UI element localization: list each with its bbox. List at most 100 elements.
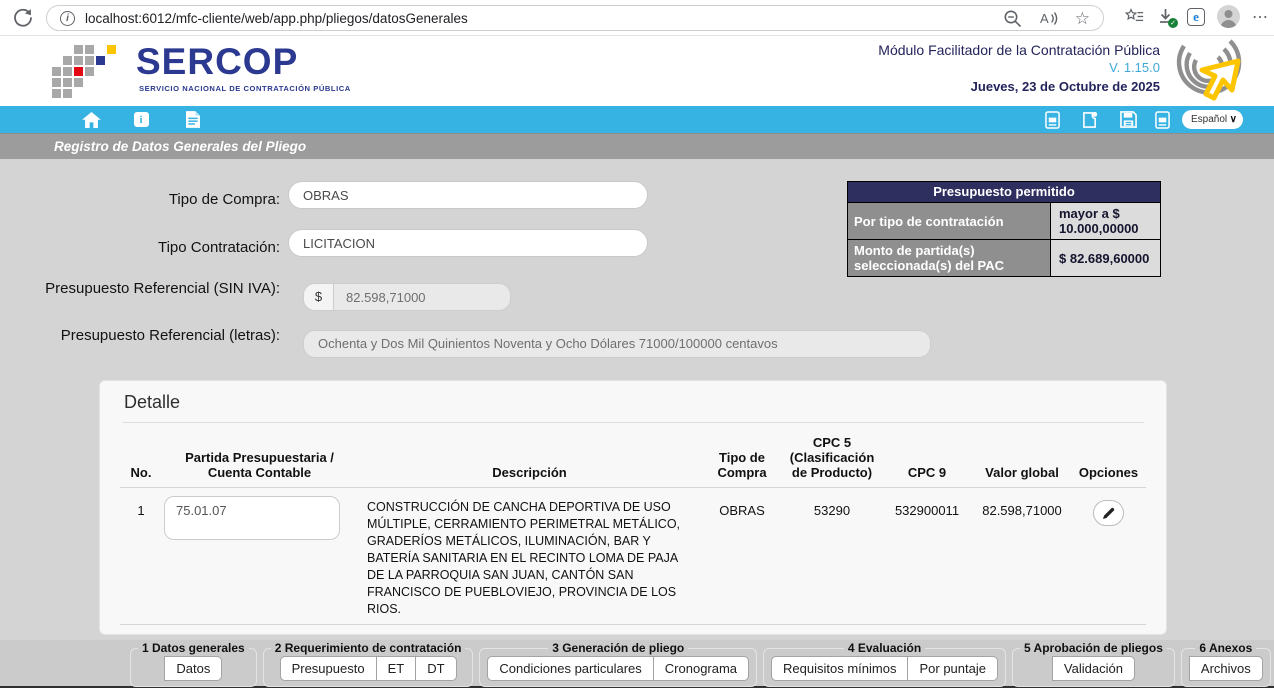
wizard-button-et[interactable]: ET: [376, 656, 417, 681]
group-legend: 2 Requerimiento de contratación: [271, 641, 466, 655]
favorite-star-icon[interactable]: ☆: [1075, 9, 1090, 28]
browser-actions: ✓ e ⋯: [1125, 5, 1269, 28]
tipo-compra-input[interactable]: [288, 181, 648, 209]
more-menu-icon[interactable]: ⋯: [1252, 7, 1269, 27]
mfc-arcs-logo: [1168, 38, 1246, 109]
download-pdf-icon[interactable]: [1152, 110, 1172, 129]
wizard-button-validacion[interactable]: Validación: [1052, 656, 1135, 681]
page-title-bar: Registro de Datos Generales del Pliego: [0, 133, 1274, 159]
refresh-icon[interactable]: [12, 7, 34, 29]
presupuesto-permitido-table: Presupuesto permitido Por tipo de contra…: [847, 181, 1161, 277]
presupuesto-sin-iva-value: 82.598,71000: [334, 290, 426, 305]
svg-text:A: A: [1040, 11, 1049, 26]
detalle-title: Detalle: [100, 381, 1166, 422]
zoom-out-icon[interactable]: [1003, 9, 1022, 28]
row-label: Por tipo de contratación: [848, 203, 1051, 239]
wizard-button-condiciones-particulares[interactable]: Condiciones particulares: [487, 656, 653, 681]
group-legend: 1 Datos generales: [138, 641, 249, 655]
url-text[interactable]: localhost:6012/mfc-cliente/web/app.php/p…: [85, 11, 468, 26]
presupuesto-permitido-title: Presupuesto permitido: [848, 182, 1160, 202]
profile-avatar[interactable]: [1217, 5, 1240, 28]
row-value: $ 82.689,60000: [1051, 240, 1160, 276]
language-select[interactable]: Español ∨: [1182, 110, 1243, 129]
header-meta: Módulo Facilitador de la Contratación Pú…: [878, 42, 1160, 94]
detalle-table-footer: Presupuesto Referencial 82.598,71000: [120, 625, 1146, 634]
group-legend: 5 Aprobación de pliegos: [1020, 641, 1167, 655]
col-no: No.: [120, 465, 162, 480]
col-opciones: Opciones: [1072, 465, 1145, 480]
document-icon[interactable]: [183, 110, 203, 129]
row-label: Monto de partida(s) seleccionada(s) del …: [848, 240, 1051, 276]
wizard-button-datos[interactable]: Datos: [164, 656, 222, 681]
col-tipo-compra: Tipo de Compra: [702, 450, 782, 480]
group-legend: 6 Anexos: [1195, 641, 1256, 655]
save-icon[interactable]: [1118, 110, 1138, 129]
edit-row-button[interactable]: [1093, 500, 1124, 526]
col-partida: Partida Presupuestaria / Cuenta Contable: [162, 450, 357, 480]
new-document-icon[interactable]: [1080, 110, 1100, 129]
url-bar-actions: A ☆: [1003, 9, 1103, 28]
current-date: Jueves, 23 de Octubre de 2025: [878, 79, 1160, 94]
chevron-down-icon: ∨: [1230, 114, 1237, 125]
page-title: Registro de Datos Generales del Pliego: [54, 139, 306, 154]
downloads-icon[interactable]: ✓: [1156, 7, 1175, 26]
brand-subtitle: SERVICIO NACIONAL DE CONTRATACIÓN PÚBLIC…: [139, 84, 351, 93]
group-legend: 4 Evaluación: [844, 641, 925, 655]
brand-name: SERCOP: [136, 41, 298, 83]
wizard-button-requisitos-minimos[interactable]: Requisitos mínimos: [771, 656, 908, 681]
col-cpc5: CPC 5 (Clasificación de Producto): [782, 435, 882, 480]
info-icon[interactable]: i: [131, 110, 151, 129]
presupuesto-letras-value: Ochenta y Dos Mil Quinientos Noventa y O…: [303, 330, 931, 358]
tipo-contratacion-input[interactable]: [288, 229, 648, 257]
tipo-contratacion-label: Tipo Contratación:: [40, 234, 280, 262]
wizard-group-requerimiento: 2 Requerimiento de contratación Presupue…: [263, 641, 474, 687]
sercop-logo-mosaic: [52, 45, 124, 103]
app-version: V. 1.15.0: [878, 60, 1160, 75]
group-legend: 3 Generación de pliego: [548, 641, 688, 655]
favorites-bar-icon[interactable]: [1125, 7, 1144, 26]
app-root: { "colors": { "accent_blue": "#36b3e3", …: [0, 0, 1274, 692]
content-area: Tipo de Compra: Tipo Contratación: Presu…: [0, 159, 1274, 688]
wizard-button-cronograma[interactable]: Cronograma: [653, 656, 749, 681]
detalle-table-row: 1 75.01.07 CONSTRUCCIÓN DE CANCHA DEPORT…: [120, 488, 1146, 625]
table-row: Monto de partida(s) seleccionada(s) del …: [848, 239, 1160, 276]
url-bar[interactable]: i localhost:6012/mfc-cliente/web/app.php…: [46, 5, 1104, 31]
tipo-compra-cell: OBRAS: [702, 496, 782, 618]
wizard-button-archivos[interactable]: Archivos: [1189, 656, 1263, 681]
wizard-nav: 1 Datos generales Datos 2 Requerimiento …: [0, 640, 1274, 688]
wizard-group-generacion-pliego: 3 Generación de pliego Condiciones parti…: [479, 641, 757, 687]
opciones-cell: [1072, 496, 1145, 618]
table-row: Por tipo de contratación mayor a $ 10.00…: [848, 202, 1160, 239]
col-descripcion: Descripción: [357, 465, 702, 480]
export-pdf-icon[interactable]: [1042, 110, 1062, 129]
partida-cell: 75.01.07: [162, 496, 357, 618]
tipo-compra-label: Tipo de Compra:: [40, 186, 280, 214]
valor-global-cell: 82.598,71000: [972, 496, 1072, 618]
home-icon[interactable]: [81, 110, 101, 129]
module-title: Módulo Facilitador de la Contratación Pú…: [878, 42, 1160, 58]
wizard-group-evaluacion: 4 Evaluación Requisitos mínimos Por punt…: [763, 641, 1006, 687]
wizard-group-datos-generales: 1 Datos generales Datos: [130, 641, 257, 687]
download-complete-badge: ✓: [1168, 18, 1178, 28]
cpc9-cell: 532900011: [882, 496, 972, 618]
wizard-button-dt[interactable]: DT: [415, 656, 456, 681]
presupuesto-letras-label: Presupuesto Referencial (letras):: [40, 327, 280, 345]
language-value: Español: [1191, 114, 1227, 125]
browser-bar: i localhost:6012/mfc-cliente/web/app.php…: [0, 0, 1274, 36]
wizard-button-por-puntaje[interactable]: Por puntaje: [907, 656, 998, 681]
main-toolbar: i Español ∨: [0, 106, 1274, 133]
presupuesto-sin-iva-label: Presupuesto Referencial (SIN IVA):: [40, 280, 280, 298]
detalle-table-header: No. Partida Presupuestaria / Cuenta Cont…: [120, 423, 1146, 488]
wizard-group-anexos: 6 Anexos Archivos: [1181, 641, 1271, 687]
partida-input[interactable]: 75.01.07: [164, 496, 340, 540]
ie-mode-icon[interactable]: e: [1187, 8, 1205, 26]
wizard-group-aprobacion: 5 Aprobación de pliegos Validación: [1012, 641, 1175, 687]
site-info-icon[interactable]: i: [60, 11, 75, 26]
col-valor-global: Valor global: [972, 465, 1072, 480]
row-value: mayor a $ 10.000,00000: [1051, 203, 1160, 239]
read-aloud-icon[interactable]: A: [1039, 9, 1058, 28]
descripcion-cell: CONSTRUCCIÓN DE CANCHA DEPORTIVA DE USO …: [357, 496, 702, 618]
pencil-icon: [1102, 507, 1115, 520]
currency-symbol: $: [304, 284, 334, 310]
wizard-button-presupuesto[interactable]: Presupuesto: [280, 656, 377, 681]
